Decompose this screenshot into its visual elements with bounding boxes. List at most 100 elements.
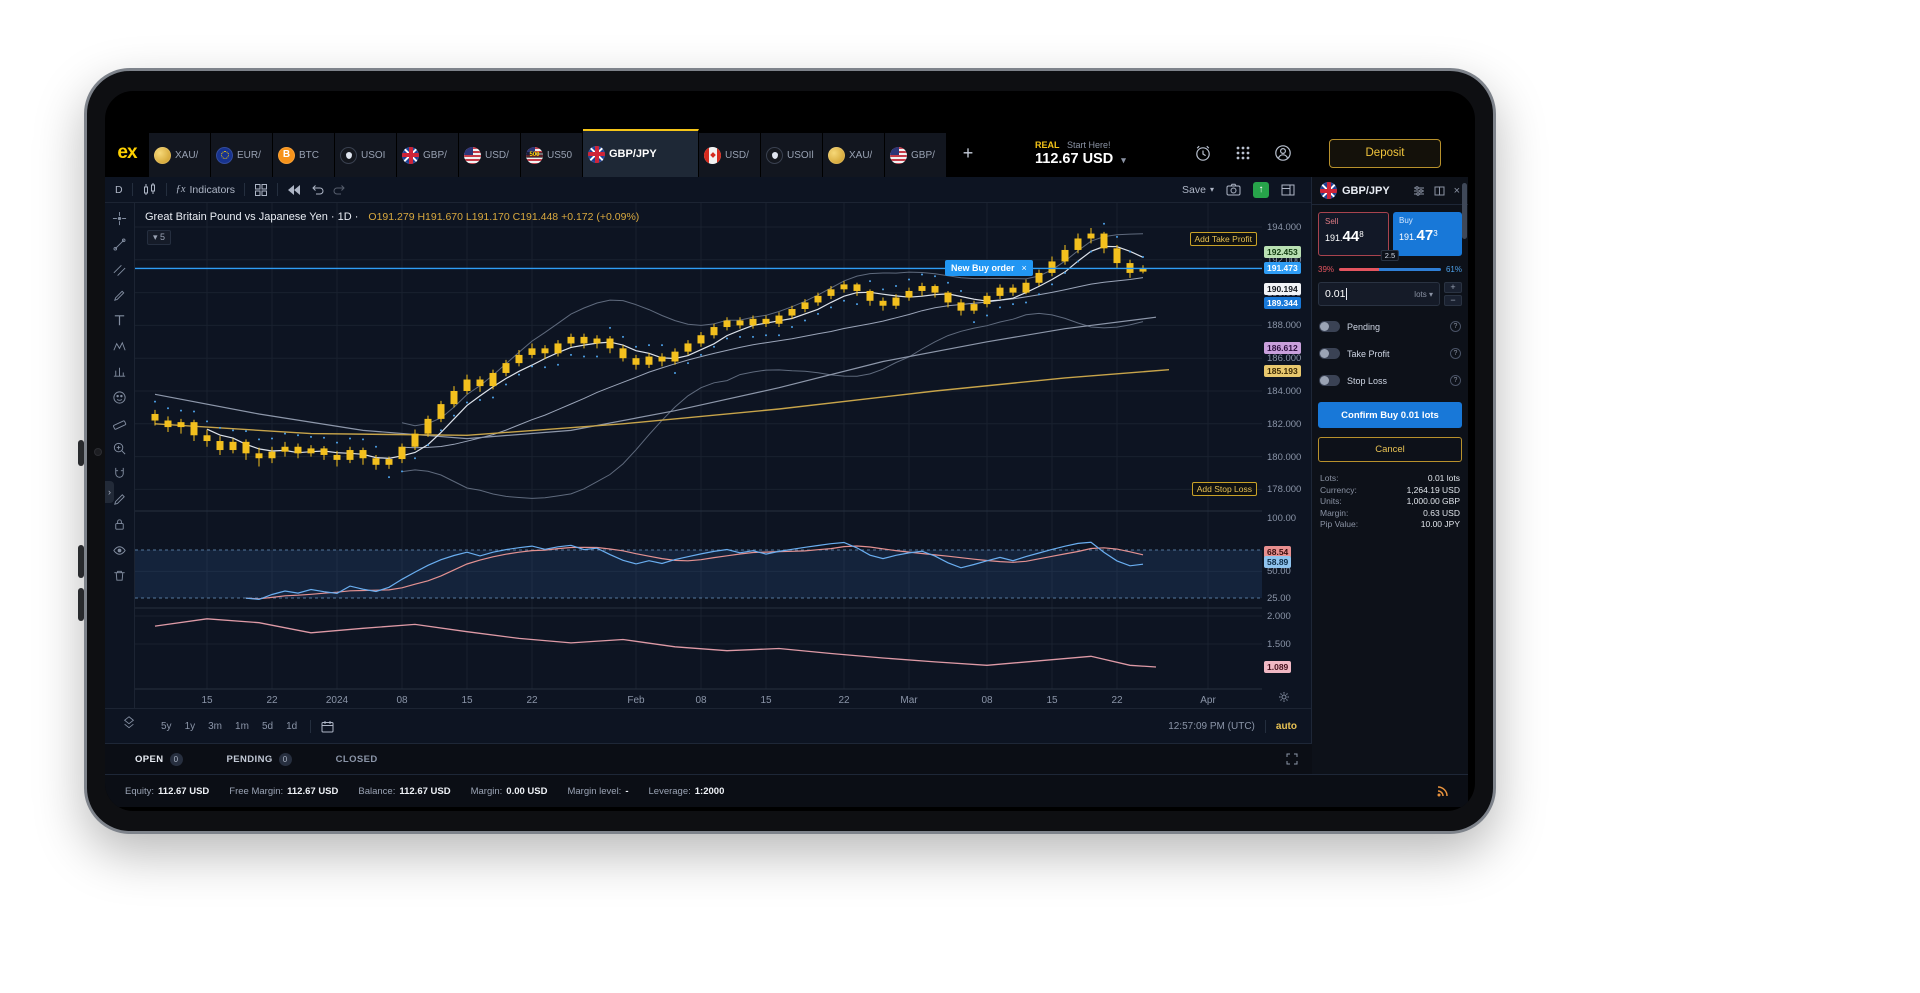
confirm-buy-button[interactable]: Confirm Buy 0.01 lots bbox=[1318, 402, 1462, 428]
volume-decrease-button[interactable]: − bbox=[1444, 295, 1462, 306]
symbol-tab[interactable]: USOIl bbox=[761, 133, 823, 177]
calendar-icon[interactable] bbox=[321, 720, 334, 733]
crosshair-icon[interactable] bbox=[110, 210, 130, 227]
lock-icon[interactable] bbox=[110, 516, 130, 533]
replay-icon[interactable] bbox=[287, 184, 301, 196]
range-button-3m[interactable]: 3m bbox=[208, 721, 222, 732]
eye-icon[interactable] bbox=[110, 542, 130, 559]
close-panel-icon[interactable]: × bbox=[1454, 185, 1460, 197]
deposit-button[interactable]: Deposit bbox=[1329, 139, 1441, 168]
trendline-icon[interactable] bbox=[110, 236, 130, 253]
panel-layout-icon[interactable] bbox=[1281, 184, 1295, 196]
text-icon[interactable] bbox=[110, 312, 130, 329]
gbp-flag-icon bbox=[1320, 182, 1337, 199]
axis-price-tag: 189.344 bbox=[1264, 297, 1301, 309]
indicators-collapse-badge[interactable]: ▾ 5 bbox=[147, 230, 171, 245]
timeframe-button[interactable]: D bbox=[115, 184, 123, 196]
panel-settings-icon[interactable] bbox=[1413, 186, 1425, 196]
range-button-5d[interactable]: 5d bbox=[262, 721, 273, 732]
symbol-tab[interactable]: BBTC bbox=[273, 133, 335, 177]
emoji-icon[interactable] bbox=[110, 389, 130, 406]
help-icon[interactable]: ? bbox=[1450, 348, 1461, 359]
range-button-5y[interactable]: 5y bbox=[161, 721, 172, 732]
alarm-icon[interactable] bbox=[1183, 144, 1223, 162]
brush-icon[interactable] bbox=[110, 287, 130, 304]
symbol-tab[interactable]: GBP/ bbox=[885, 133, 947, 177]
tab-closed-positions[interactable]: CLOSED bbox=[336, 754, 378, 765]
sell-button[interactable]: Sell 191.448 bbox=[1318, 212, 1389, 256]
ruler-icon[interactable] bbox=[110, 414, 130, 431]
exness-logo[interactable]: ex bbox=[105, 142, 149, 164]
volume-increase-button[interactable]: + bbox=[1444, 282, 1462, 293]
tab-pending-orders[interactable]: PENDING 0 bbox=[227, 753, 292, 766]
tab-open-positions[interactable]: OPEN 0 bbox=[135, 753, 183, 766]
symbol-tab[interactable]: 500US50 bbox=[521, 133, 583, 177]
detail-row: Pip Value:10.00 JPY bbox=[1320, 519, 1460, 531]
toggle-switch[interactable] bbox=[1319, 348, 1340, 359]
order-panel-symbol: GBP/JPY bbox=[1342, 185, 1390, 197]
redo-icon[interactable] bbox=[333, 184, 347, 196]
remove-order-icon[interactable]: × bbox=[1022, 263, 1027, 273]
toggle-switch[interactable] bbox=[1319, 321, 1340, 332]
symbol-tab[interactable]: GBP/ bbox=[397, 133, 459, 177]
auto-scale-button[interactable]: auto bbox=[1276, 721, 1297, 732]
axis-settings-gear-icon[interactable] bbox=[1278, 691, 1290, 703]
add-stop-loss-tag[interactable]: Add Stop Loss bbox=[1192, 482, 1257, 496]
cancel-button[interactable]: Cancel bbox=[1318, 437, 1462, 462]
profile-icon[interactable] bbox=[1263, 144, 1303, 162]
object-tree-icon[interactable] bbox=[122, 715, 136, 729]
scrollbar-thumb[interactable] bbox=[1462, 183, 1467, 239]
clock-readout[interactable]: 12:57:09 PM (UTC) bbox=[1168, 721, 1255, 732]
save-layout-button[interactable]: Save ▾ bbox=[1182, 184, 1214, 196]
chart-type-icon[interactable] bbox=[142, 182, 157, 197]
usd-flag-icon bbox=[464, 147, 481, 164]
volume-unit-select[interactable]: lots ▾ bbox=[1414, 290, 1433, 299]
symbol-tab[interactable]: EUR/ bbox=[211, 133, 273, 177]
symbol-tab[interactable]: USD/ bbox=[699, 133, 761, 177]
new-buy-order-pill[interactable]: New Buy order × bbox=[945, 260, 1033, 276]
zoom-icon[interactable] bbox=[110, 440, 130, 457]
spread-badge: 2.5 bbox=[1381, 250, 1399, 261]
chart-plot[interactable]: 15222024081522Feb081522Mar081522Apr Grea… bbox=[135, 203, 1262, 708]
channel-icon[interactable] bbox=[110, 261, 130, 278]
range-button-1y[interactable]: 1y bbox=[185, 721, 196, 732]
axis-tick: 50.00 bbox=[1267, 566, 1291, 577]
help-icon[interactable]: ? bbox=[1450, 321, 1461, 332]
magnet-icon[interactable] bbox=[110, 465, 130, 482]
detail-row: Lots:0.01 lots bbox=[1320, 473, 1460, 485]
undo-icon[interactable] bbox=[310, 184, 324, 196]
tablet-screen: ex XAU/EUR/BBTCUSOIGBP/USD/500US50GBP/JP… bbox=[105, 91, 1475, 811]
svg-text:15: 15 bbox=[201, 695, 213, 706]
camera-icon[interactable] bbox=[1226, 183, 1241, 196]
range-button-1d[interactable]: 1d bbox=[286, 721, 297, 732]
panel-view-icon[interactable] bbox=[1434, 186, 1445, 196]
volume-input[interactable]: 0.01 lots ▾ bbox=[1318, 282, 1440, 306]
scroll-to-latest-button[interactable]: ↑ bbox=[1253, 182, 1269, 198]
expand-panel-icon[interactable] bbox=[1286, 753, 1298, 765]
pattern-icon[interactable] bbox=[110, 338, 130, 355]
range-button-1m[interactable]: 1m bbox=[235, 721, 249, 732]
symbol-flag-slot bbox=[1320, 182, 1337, 199]
layout-grid-icon[interactable] bbox=[254, 183, 268, 197]
help-icon[interactable]: ? bbox=[1450, 375, 1461, 386]
toolbar-divider bbox=[166, 183, 167, 196]
sidebar-collapse-handle[interactable]: › bbox=[105, 481, 114, 503]
toggle-switch[interactable] bbox=[1319, 375, 1340, 386]
symbol-tab[interactable]: XAU/ bbox=[149, 133, 211, 177]
trash-icon[interactable] bbox=[110, 567, 130, 584]
axis-tick: 100.00 bbox=[1267, 513, 1296, 524]
add-tab-button[interactable]: + bbox=[953, 137, 983, 169]
toolbar-divider bbox=[244, 183, 245, 196]
apps-grid-icon[interactable] bbox=[1223, 145, 1263, 161]
vertical-scrollbar[interactable] bbox=[1462, 177, 1468, 774]
symbol-tab[interactable]: XAU/ bbox=[823, 133, 885, 177]
buy-button[interactable]: Buy 191.473 bbox=[1393, 212, 1462, 256]
symbol-tab[interactable]: USOI bbox=[335, 133, 397, 177]
symbol-tab-active[interactable]: GBP/JPY bbox=[583, 129, 699, 177]
forecast-icon[interactable] bbox=[110, 363, 130, 380]
account-selector[interactable]: REAL Start Here! 112.67 USD ▾ bbox=[1035, 140, 1147, 167]
indicators-button[interactable]: ƒx Indicators bbox=[176, 184, 235, 196]
symbol-tab[interactable]: USD/ bbox=[459, 133, 521, 177]
price-axis[interactable]: 194.000192.000190.000188.000186.000184.0… bbox=[1262, 203, 1312, 708]
add-take-profit-tag[interactable]: Add Take Profit bbox=[1190, 232, 1258, 246]
